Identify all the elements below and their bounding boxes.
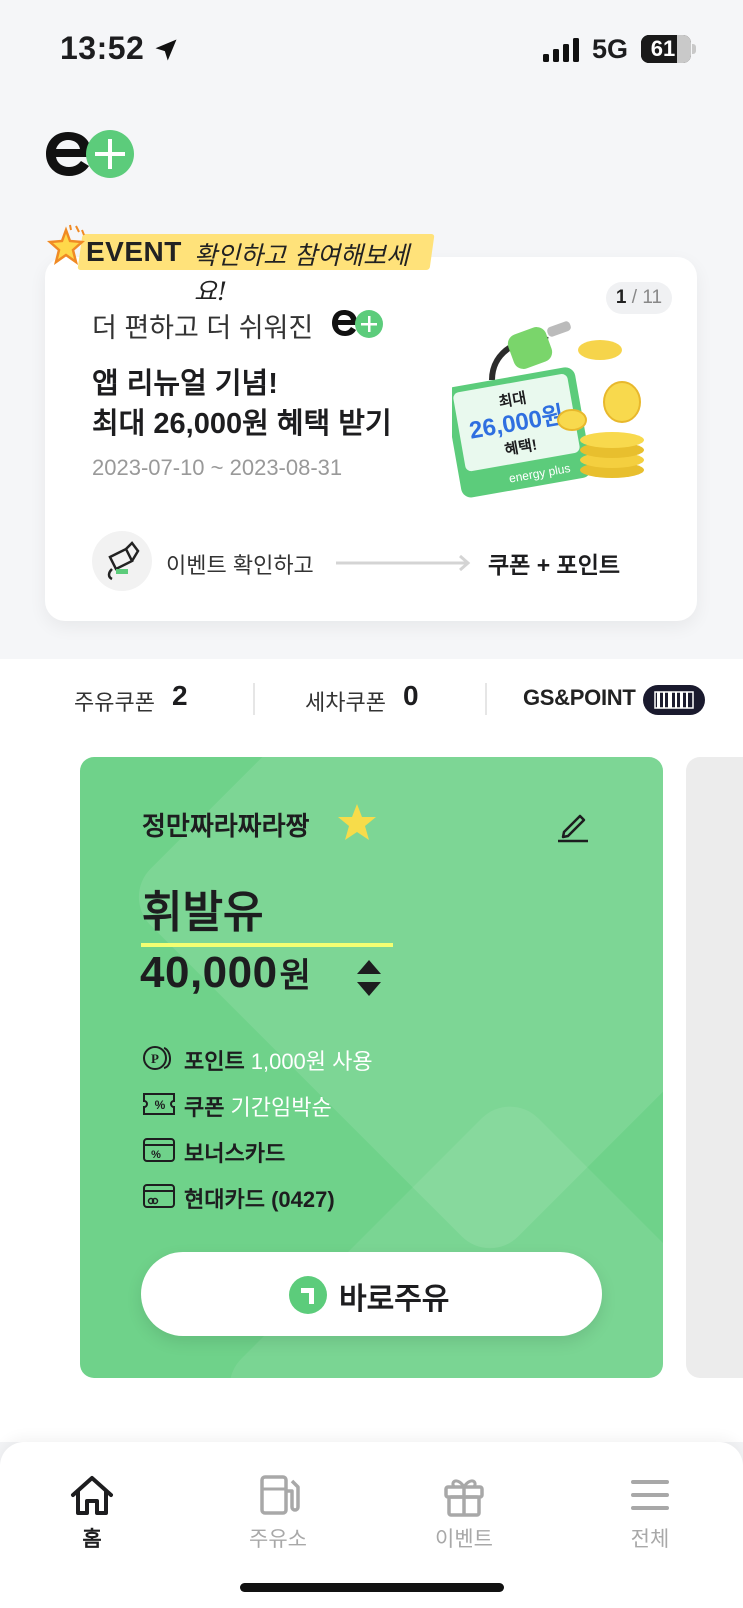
event-title: 앱 리뉴얼 기념! 최대 26,000원 혜택 받기: [92, 364, 392, 444]
location-arrow-icon: [155, 39, 177, 61]
gas-station-icon: [260, 1475, 300, 1515]
edit-pencil-icon[interactable]: [554, 806, 592, 844]
tab-home[interactable]: 홈: [47, 1473, 137, 1553]
status-time: 13:52: [60, 30, 145, 66]
burst-star-icon: [46, 224, 86, 265]
event-title-line1: 앱 리뉴얼 기념!: [92, 368, 278, 400]
option-label: 현대카드 (0427): [184, 1187, 335, 1212]
next-fuel-card-peek[interactable]: [686, 757, 743, 1378]
event-ribbon: EVENT 확인하고 참여해보세요!: [46, 222, 436, 306]
event-subtitle: 더 편하고 더 쉬워진: [92, 313, 314, 343]
event-step-reward: 쿠폰 + 포인트: [488, 552, 621, 578]
home-icon: [71, 1476, 113, 1515]
amount-updown-icon[interactable]: [356, 958, 382, 998]
home-indicator: [240, 1583, 504, 1592]
event-date-range: 2023-07-10 ~ 2023-08-31: [92, 455, 343, 480]
credit-card-icon: [143, 1184, 175, 1208]
tab-all[interactable]: 전체: [605, 1473, 695, 1553]
option-label: 포인트: [184, 1049, 245, 1074]
battery-tip: [692, 44, 696, 54]
gs-point-label[interactable]: GS&POINT: [523, 685, 636, 711]
battery-level: 61: [650, 36, 676, 61]
menu-icon: [631, 1480, 669, 1510]
svg-text:%: %: [155, 1098, 166, 1112]
quick-fuel-label: 바로주유: [339, 1283, 450, 1316]
quick-fuel-button[interactable]: 바로주유: [141, 1252, 602, 1336]
fuel-amount-unit: 원: [279, 957, 312, 995]
fuel-type: 휘발유: [142, 888, 264, 937]
wash-coupon-count[interactable]: 0: [403, 680, 419, 712]
banner-pager: 1 / 11: [606, 282, 672, 314]
cellular-signal-icon: [543, 38, 579, 62]
fuel-amount-value: 40,000: [140, 948, 278, 997]
svg-text:%: %: [151, 1149, 161, 1161]
favorite-star-icon[interactable]: [336, 802, 378, 842]
option-value: 기간임박순: [230, 1095, 332, 1120]
event-title-line2: 최대 26,000원 혜택 받기: [92, 408, 392, 440]
event-ribbon-word: EVENT: [86, 236, 182, 267]
status-bar: 13:52 5G 61: [0, 0, 743, 100]
tab-event[interactable]: 이벤트: [419, 1473, 509, 1553]
coupon-summary-bar: 주유쿠폰 2 세차쿠폰 0 GS&POINT: [0, 659, 743, 739]
network-type: 5G: [592, 34, 629, 64]
fuel-card-nickname: 정만짜라짜라짱: [142, 811, 310, 841]
barcode-icon: [654, 691, 694, 709]
divider: [253, 683, 255, 715]
event-ribbon-text: 확인하고 참여해보세요!: [194, 241, 409, 306]
option-value: 1,000원 사용: [250, 1049, 373, 1074]
promo-coupon-illustration: 최대 26,000원 혜택! energy plus: [452, 321, 644, 498]
barcode-button[interactable]: [643, 685, 705, 715]
arrow-right-icon: [336, 554, 471, 572]
battery-icon: 61: [641, 35, 691, 63]
wash-coupon-label[interactable]: 세차쿠폰: [305, 685, 386, 717]
coupon-icon: %: [143, 1093, 175, 1115]
fuel-nozzle-icon: [107, 541, 140, 581]
event-step-check: 이벤트 확인하고: [166, 553, 314, 578]
point-icon: P: [143, 1046, 171, 1070]
option-label: 보너스카드: [184, 1141, 286, 1166]
fuel-nozzle-badge: [92, 531, 152, 591]
gift-icon: [444, 1479, 484, 1517]
app-logo[interactable]: [44, 126, 144, 182]
fuel-amount[interactable]: 40,000원: [140, 948, 311, 998]
tab-label: 전체: [630, 1528, 670, 1551]
tab-label: 이벤트: [435, 1528, 493, 1551]
divider: [485, 683, 487, 715]
svg-text:P: P: [151, 1051, 159, 1066]
tab-label: 홈: [82, 1528, 102, 1551]
bonus-card-icon: %: [143, 1138, 175, 1162]
fuel-coupon-count[interactable]: 2: [172, 680, 188, 712]
tab-gas-station[interactable]: 주유소: [233, 1473, 323, 1553]
option-label: 쿠폰: [184, 1095, 225, 1120]
tab-label: 주유소: [249, 1528, 307, 1551]
fuel-coupon-label[interactable]: 주유쿠폰: [74, 685, 155, 717]
eplus-logo-small: [332, 310, 383, 338]
fuel-type-underline: [141, 943, 393, 947]
quick-fuel-icon: [289, 1276, 327, 1314]
